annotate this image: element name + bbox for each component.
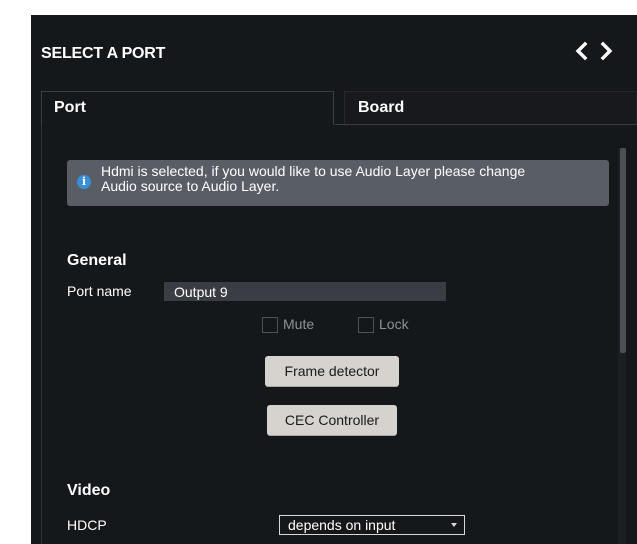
video-heading: Video: [67, 482, 111, 499]
port-name-label: Port name: [67, 283, 132, 299]
port-panel: SELECT A PORT Port Board i Hdmi is selec…: [31, 15, 637, 544]
caret-down-icon: [451, 523, 457, 527]
info-icon: i: [77, 175, 91, 189]
chevron-right-icon[interactable]: [596, 40, 616, 62]
frame-detector-button[interactable]: Frame detector: [265, 356, 399, 386]
scrollbar-thumb[interactable]: [620, 148, 626, 353]
tab-bar: Port Board: [41, 91, 637, 125]
info-message-text: Hdmi is selected, if you would like to u…: [101, 164, 601, 194]
info-message-line-2: Audio source to Audio Layer.: [101, 178, 280, 194]
hdcp-select-value: depends on input: [288, 517, 396, 533]
panel-title: SELECT A PORT: [41, 45, 166, 62]
cec-controller-button[interactable]: CEC Controller: [267, 405, 397, 435]
tab-board[interactable]: Board: [344, 91, 637, 125]
hdcp-select[interactable]: depends on input: [279, 515, 465, 535]
mute-label: Mute: [283, 316, 315, 332]
panel-header: SELECT A PORT: [31, 15, 637, 91]
mute-checkbox-box[interactable]: [262, 317, 278, 333]
general-heading: General: [67, 252, 127, 269]
info-message: i Hdmi is selected, if you would like to…: [67, 160, 609, 206]
hdcp-label: HDCP: [67, 517, 107, 533]
chevron-left-icon[interactable]: [572, 40, 592, 62]
port-navigation: [572, 40, 616, 62]
lock-label: Lock: [379, 316, 409, 332]
tab-port[interactable]: Port: [41, 91, 334, 125]
port-name-input[interactable]: [164, 282, 446, 301]
lock-checkbox-box[interactable]: [358, 317, 374, 333]
info-message-line-1: Hdmi is selected, if you would like to u…: [101, 163, 526, 179]
